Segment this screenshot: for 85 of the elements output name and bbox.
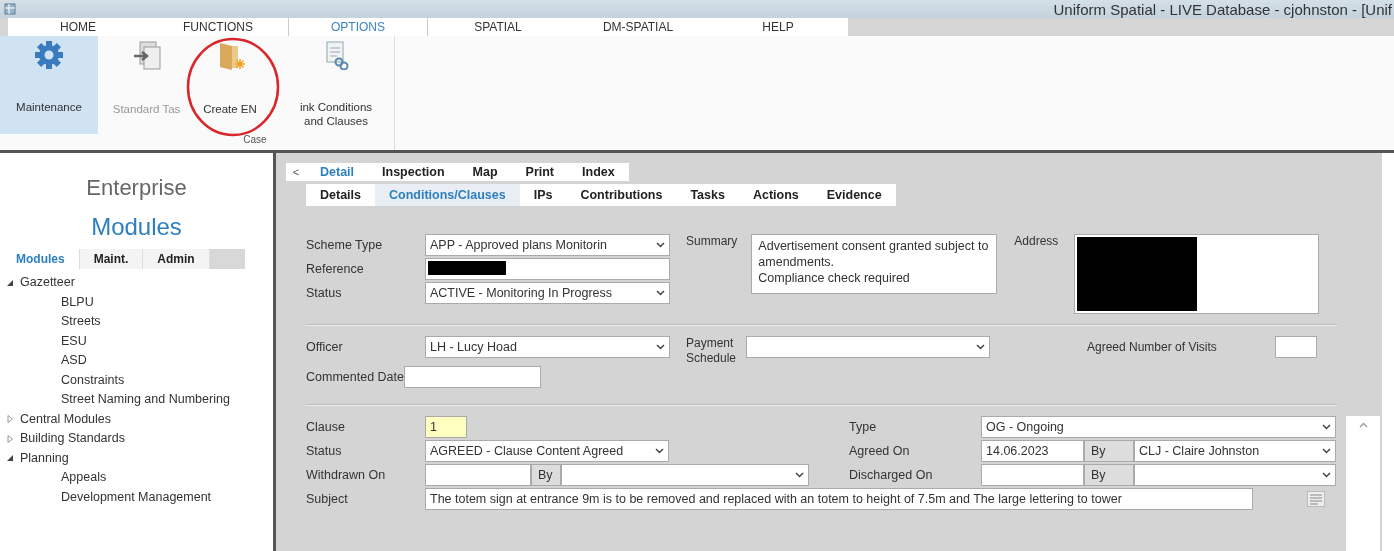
text-area[interactable]: Advertisement consent granted subject to amendments. Compliance check required — [751, 234, 998, 294]
sidebar-tab[interactable]: Maint. — [79, 249, 144, 269]
chevron-down-icon — [976, 344, 985, 350]
chevron-down-icon — [656, 344, 665, 350]
field-label: Summary — [686, 234, 738, 248]
field-label: Status — [306, 444, 343, 458]
dropdown[interactable]: LH - Lucy Hoad — [425, 336, 670, 358]
ribbon-tab[interactable]: HOME — [8, 18, 148, 36]
sidebar-title: Enterprise — [85, 175, 188, 201]
sidebar-tab[interactable]: Admin — [143, 249, 210, 269]
app-icon — [4, 3, 16, 15]
ribbon-button[interactable]: ink Conditions and Clauses — [265, 36, 390, 134]
field-label: Clause — [306, 420, 346, 434]
text-area[interactable] — [1074, 234, 1320, 314]
dropdown[interactable]: AGREED - Clause Content Agreed — [425, 440, 669, 462]
ribbon-tab[interactable]: FUNCTIONS — [148, 18, 288, 36]
sidebar-tab[interactable]: Modules — [2, 249, 80, 269]
tree-item[interactable]: ASD — [61, 353, 87, 367]
chevron-down-icon — [655, 448, 664, 454]
ribbon-button[interactable]: Maintenance — [0, 36, 98, 134]
gear-icon — [34, 40, 64, 70]
field-label: By — [531, 464, 561, 486]
scroll-up-icon[interactable] — [1358, 422, 1368, 428]
field-label: Agreed Number of Visits — [1087, 339, 1218, 356]
field-label: Officer — [306, 340, 344, 354]
field-label: Withdrawn On — [306, 468, 387, 482]
input-field[interactable]: 14.06.2023 — [981, 440, 1084, 462]
dropdown[interactable] — [1134, 464, 1336, 486]
expanded-triangle-icon[interactable] — [6, 278, 14, 287]
input-field[interactable]: 1 — [425, 416, 467, 438]
collapsed-triangle-icon[interactable] — [6, 415, 14, 424]
chevron-down-icon — [1322, 424, 1331, 430]
document-arrow-icon — [131, 40, 162, 72]
input-field[interactable] — [403, 366, 541, 388]
tree-item[interactable]: Appeals — [61, 470, 107, 484]
field-label: Address — [1014, 234, 1059, 248]
field-label: Discharged On — [849, 468, 934, 482]
collapsed-triangle-icon[interactable] — [6, 434, 14, 443]
field-label: Subject — [306, 492, 349, 506]
notes-icon[interactable] — [1307, 491, 1325, 507]
expanded-triangle-icon[interactable] — [6, 454, 14, 463]
tree-item[interactable]: Street Naming and Numbering — [61, 392, 230, 406]
sub-tab[interactable]: Conditions/Clauses — [375, 184, 520, 206]
input-field[interactable] — [425, 464, 531, 486]
chevron-down-icon — [1322, 448, 1331, 454]
field-label: Commented Date — [306, 370, 404, 384]
input-field[interactable] — [981, 464, 1084, 486]
dropdown[interactable]: CLJ - Claire Johnston — [1134, 440, 1336, 462]
field-label: Scheme Type — [306, 238, 384, 252]
tree-item[interactable]: Planning — [20, 448, 69, 468]
ribbon-tab[interactable]: DM-SPATIAL — [568, 18, 708, 36]
chevron-down-icon — [1322, 472, 1331, 478]
scrollbar[interactable] — [1346, 416, 1380, 551]
tree-item[interactable]: Gazetteer — [20, 273, 75, 293]
tree-item[interactable]: Development Management — [61, 489, 212, 504]
group-label: Case — [242, 134, 268, 145]
ribbon-tab[interactable]: OPTIONS — [288, 18, 428, 36]
dropdown[interactable] — [561, 464, 809, 486]
field-label: Reference — [306, 262, 365, 276]
tree-item[interactable]: BLPU — [61, 294, 94, 309]
field-label: Status — [306, 286, 343, 300]
tree-item[interactable]: Streets — [61, 314, 101, 328]
dropdown[interactable] — [746, 336, 990, 358]
tree-item[interactable]: Building Standards — [20, 429, 125, 449]
ribbon-tab[interactable]: HELP — [708, 18, 848, 36]
field-label: Payment Schedule — [686, 336, 738, 366]
ribbon-tab[interactable]: SPATIAL — [428, 18, 568, 36]
field-label: Agreed On — [849, 444, 911, 458]
chevron-down-icon — [656, 242, 665, 248]
input-field[interactable] — [1275, 336, 1317, 358]
dropdown[interactable]: APP - Approved plans Monitorin — [425, 234, 670, 256]
field-label: Type — [849, 420, 878, 434]
chevron-down-icon — [656, 290, 665, 296]
dropdown[interactable]: ACTIVE - Monitoring In Progress — [425, 282, 670, 304]
window-title: Uniform Spatial - LIVE Database - cjohnston - [Unif — [1053, 0, 1393, 18]
chevron-down-icon — [795, 472, 804, 478]
input-field[interactable] — [425, 258, 670, 280]
dropdown[interactable]: OG - Ongoing — [981, 416, 1336, 438]
field-label: By — [1084, 464, 1134, 486]
field-label: By — [1084, 440, 1134, 462]
tree-item[interactable]: ESU — [61, 333, 87, 348]
sidebar-subtitle: Modules — [90, 213, 183, 241]
input-field[interactable]: The totem sign at entrance 9m is to be removed and replaced with an totem to height of 7.5m and The large lettering to tower — [425, 488, 1253, 510]
tree-item[interactable]: Central Modules — [20, 409, 111, 429]
tree-item[interactable]: Constraints — [61, 372, 125, 387]
